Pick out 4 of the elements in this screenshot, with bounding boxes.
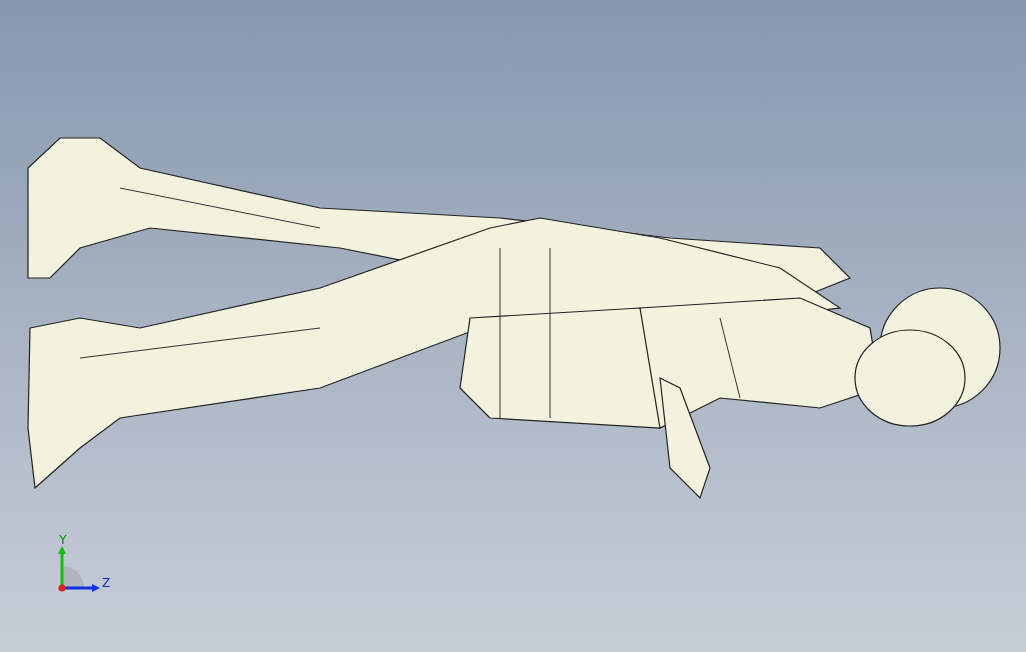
axis-label: Z [101,576,111,590]
origin-icon [58,584,66,592]
plane-indicator-icon [62,566,84,588]
axis-label: Y [59,533,67,547]
